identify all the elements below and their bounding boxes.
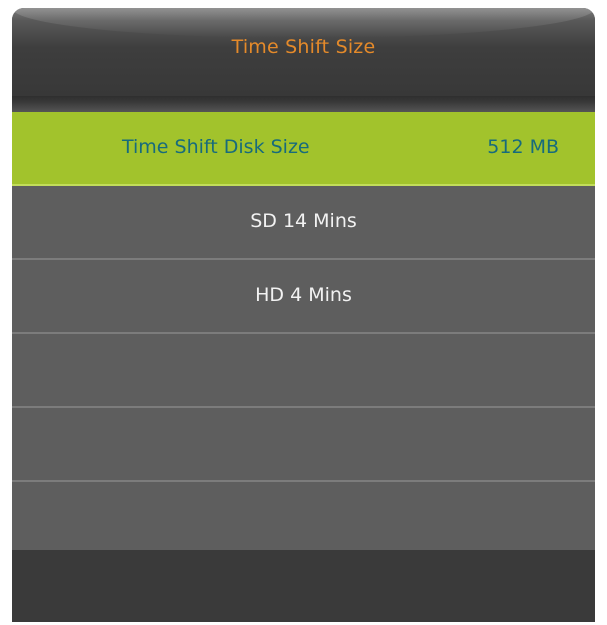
menu-item-label: Time Shift Disk Size — [122, 136, 310, 158]
header-divider — [12, 96, 595, 112]
menu-item-empty — [12, 482, 595, 556]
header-gloss — [12, 8, 595, 38]
menu-item-empty — [12, 334, 595, 408]
menu-item-label: HD 4 Mins — [255, 284, 352, 306]
menu-footer — [12, 550, 595, 622]
menu-item-hd-duration[interactable]: HD 4 Mins — [12, 260, 595, 334]
menu-title: Time Shift Size — [231, 36, 376, 58]
menu-item-label: SD 14 Mins — [250, 210, 357, 232]
time-shift-size-menu: Time Shift Size Time Shift Disk Size 512… — [12, 8, 595, 622]
menu-item-empty — [12, 408, 595, 482]
menu-list: Time Shift Disk Size 512 MB SD 14 Mins H… — [12, 112, 595, 556]
menu-item-time-shift-disk-size[interactable]: Time Shift Disk Size 512 MB — [12, 112, 595, 186]
menu-header: Time Shift Size — [12, 8, 595, 96]
menu-item-sd-duration[interactable]: SD 14 Mins — [12, 186, 595, 260]
disk-size-value: 512 MB — [487, 136, 559, 158]
